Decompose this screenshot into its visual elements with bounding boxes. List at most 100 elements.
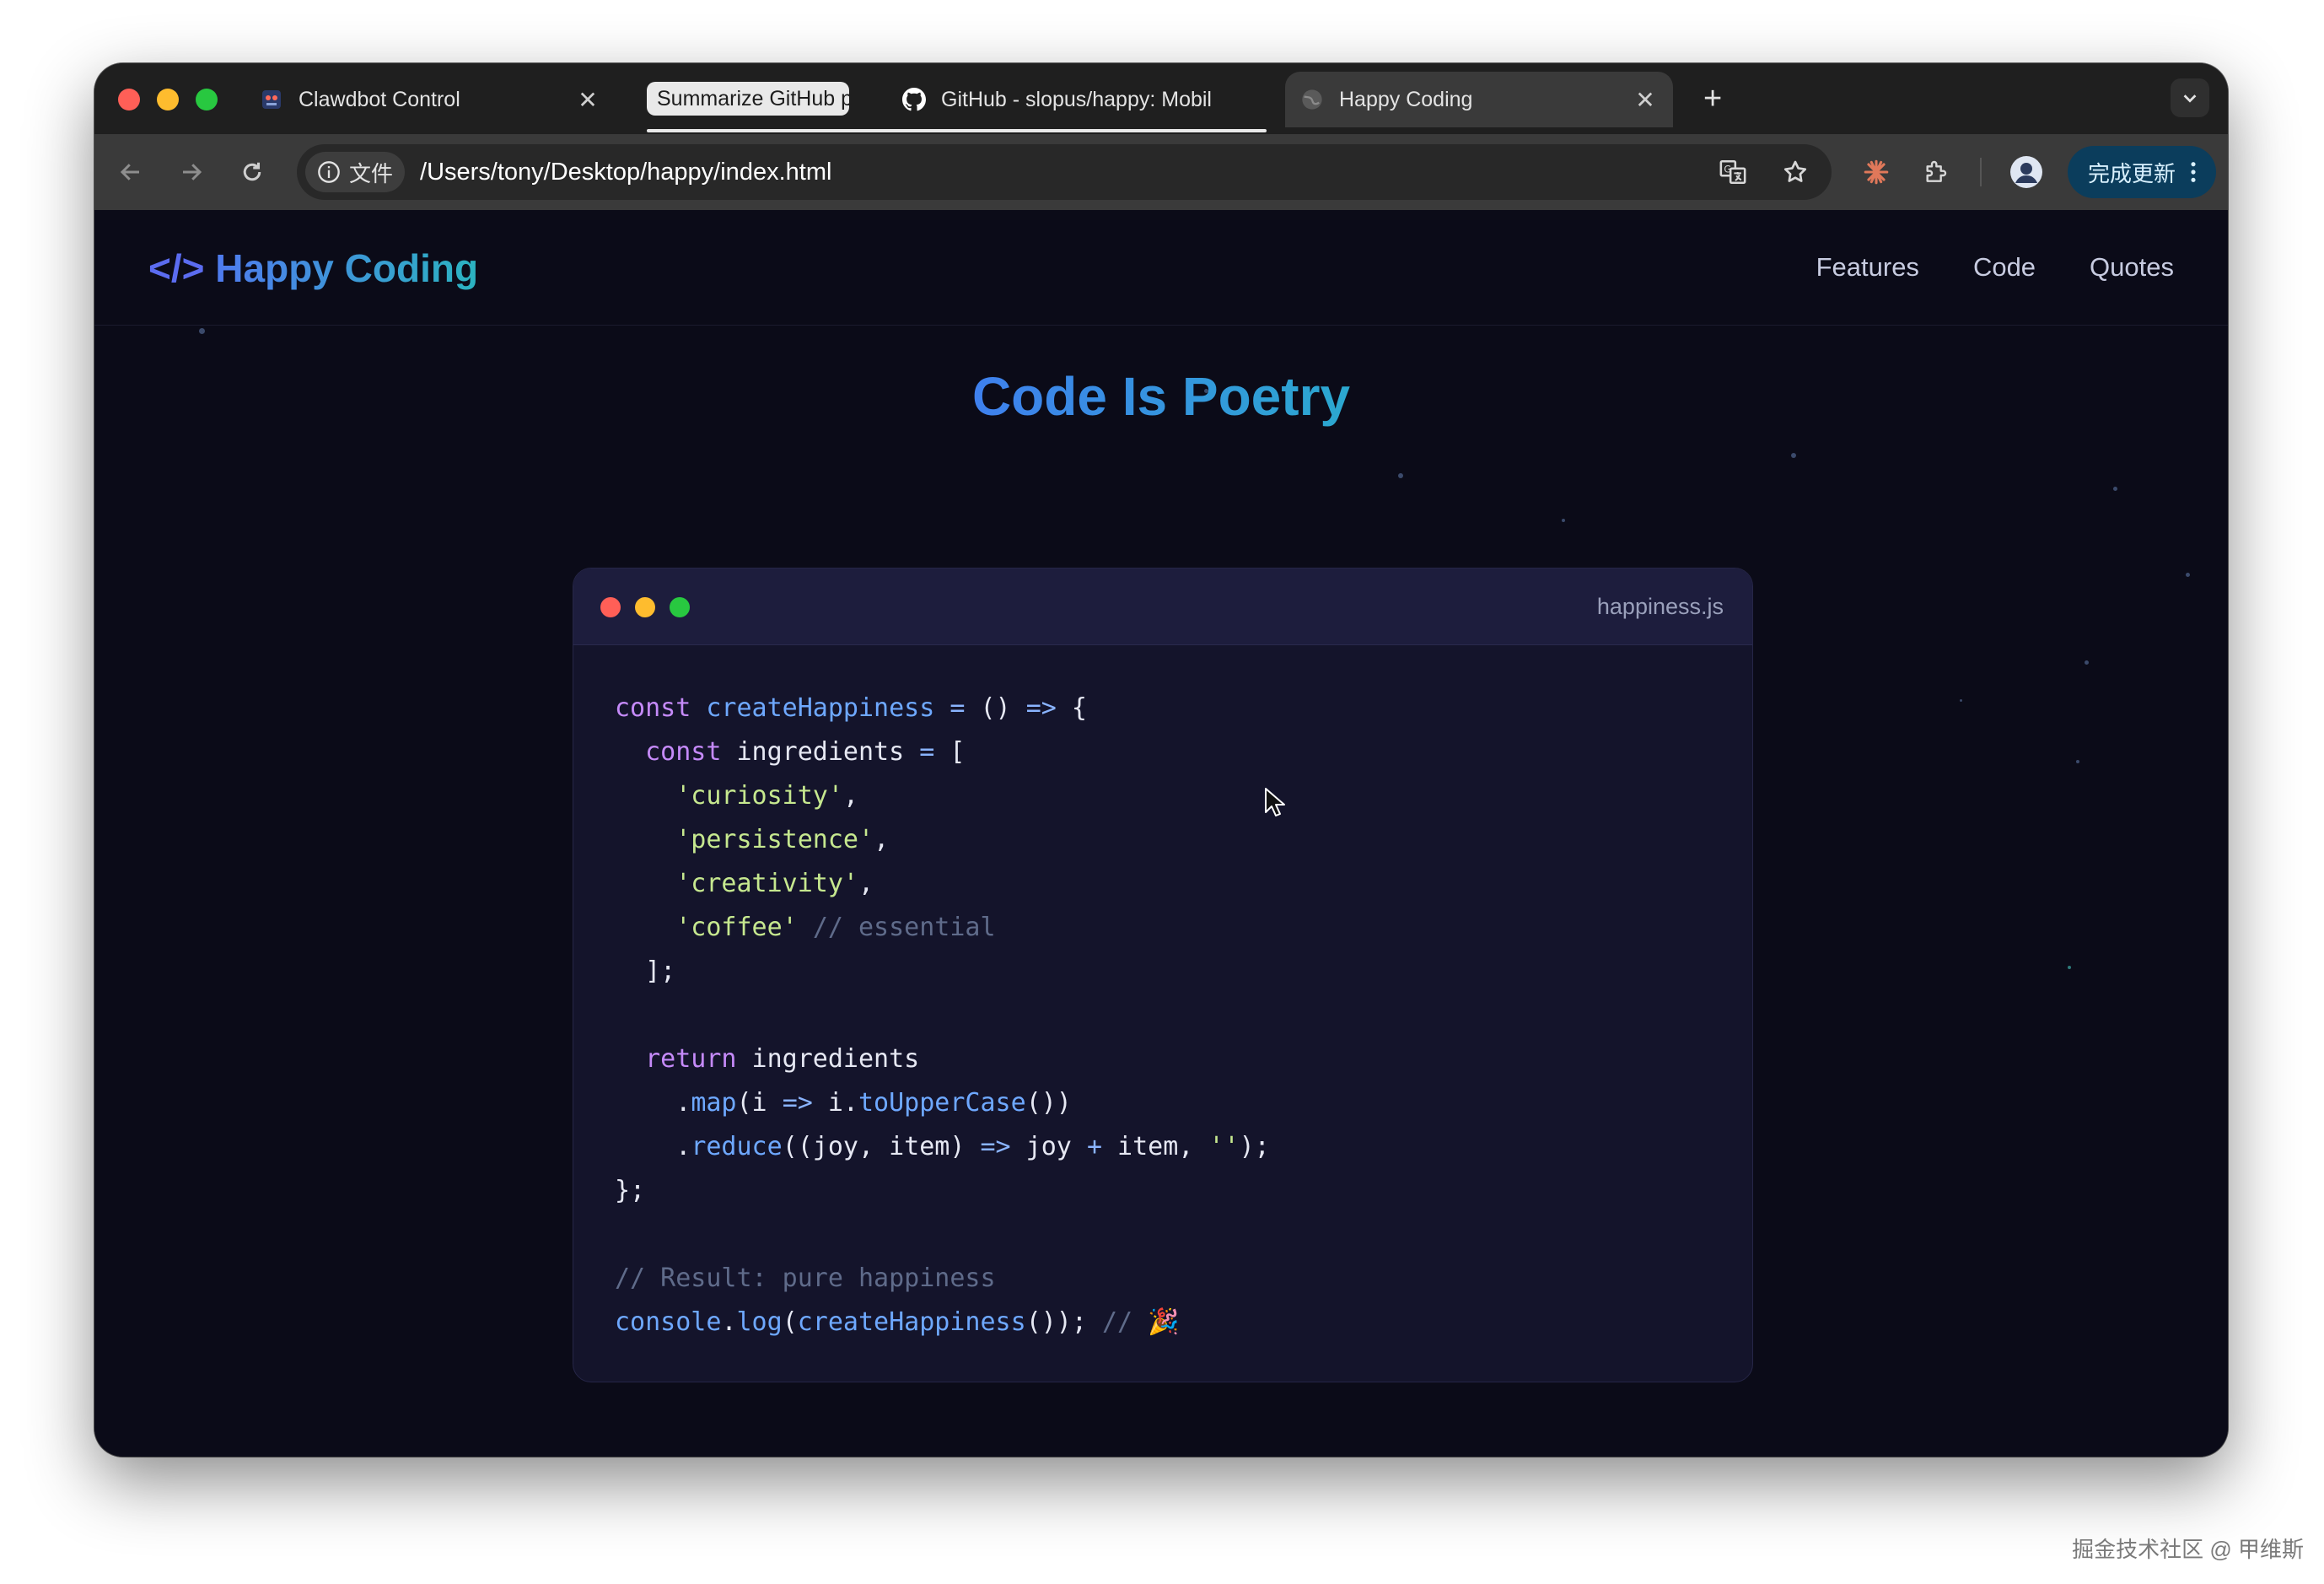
hero-title: Code Is Poetry	[94, 365, 2228, 428]
code-window-dot-yellow	[635, 597, 655, 617]
code-line: 'coffee' // essential	[615, 906, 1270, 950]
claude-extension-icon[interactable]	[1857, 153, 1896, 191]
code-line: };	[615, 1169, 1270, 1213]
code-line: const ingredients = [	[615, 730, 1270, 774]
code-token: ];	[615, 956, 676, 986]
profile-avatar[interactable]	[2007, 153, 2046, 191]
background-star	[1791, 453, 1796, 458]
background-star	[2085, 660, 2089, 665]
extensions-puzzle-icon[interactable]	[1916, 153, 1955, 191]
globe-icon	[1300, 88, 1324, 111]
code-line: // Result: pure happiness	[615, 1257, 1270, 1301]
nav-link-features[interactable]: Features	[1816, 252, 1919, 283]
code-token: map	[691, 1088, 737, 1118]
site-info-chip[interactable]: 文件	[305, 152, 406, 192]
code-token: 'coffee'	[675, 913, 798, 942]
code-token: createHappiness	[706, 693, 935, 723]
code-window-dot-red	[600, 597, 621, 617]
site-header: </> Happy Coding Features Code Quotes	[94, 210, 2228, 326]
window-close-button[interactable]	[118, 89, 140, 110]
site-logo[interactable]: </> Happy Coding	[148, 245, 478, 291]
tab-strip: Clawdbot Control ✕ Summarize GitHub p Gi…	[94, 63, 2228, 134]
chevron-down-icon	[2183, 94, 2197, 103]
code-token: joy	[1010, 1132, 1087, 1161]
info-chip-label: 文件	[349, 160, 394, 186]
code-token: ())	[1025, 1088, 1072, 1118]
url-text[interactable]: /Users/tony/Desktop/happy/index.html	[420, 159, 831, 186]
code-line: 'curiosity',	[615, 774, 1270, 818]
tab-search-button[interactable]	[2171, 78, 2209, 117]
code-token: ingredients	[721, 737, 920, 767]
background-star	[2113, 487, 2117, 491]
tab-group-underline	[647, 129, 1267, 132]
code-token: ,	[842, 781, 858, 811]
nav-link-code[interactable]: Code	[1973, 252, 2036, 283]
code-token: ()	[965, 693, 1026, 723]
close-tab-icon[interactable]: ✕	[1633, 86, 1658, 114]
code-token: ''	[1208, 1132, 1240, 1161]
code-token: 'persistence'	[675, 825, 874, 854]
code-token: toUpperCase	[858, 1088, 1026, 1118]
code-token: 🎉	[1148, 1307, 1180, 1337]
update-button-label: 完成更新	[2087, 160, 2176, 186]
nav-link-quotes[interactable]: Quotes	[2090, 252, 2174, 283]
info-icon	[318, 161, 340, 183]
window-zoom-button[interactable]	[196, 89, 218, 110]
code-line: .map(i => i.toUpperCase())	[615, 1081, 1270, 1125]
code-token: =>	[782, 1088, 813, 1118]
tab-label: Clawdbot Control	[299, 87, 460, 111]
translate-icon[interactable]: G	[1713, 153, 1752, 191]
arrow-left-icon	[120, 164, 139, 180]
code-token: (	[782, 1307, 798, 1337]
reload-button[interactable]	[233, 153, 272, 191]
reload-icon	[243, 162, 261, 181]
window-minimize-button[interactable]	[157, 89, 179, 110]
code-token: =>	[1025, 693, 1057, 723]
code-window: happiness.js const createHappiness = () …	[573, 568, 1753, 1382]
code-window-dot-green	[670, 597, 690, 617]
code-line: ];	[615, 950, 1270, 994]
code-token: .	[721, 1307, 737, 1337]
tab-happy-coding[interactable]: Happy Coding ✕	[1285, 72, 1673, 127]
close-tab-icon[interactable]: ✕	[575, 86, 600, 114]
background-star	[199, 328, 205, 334]
webpage-viewport: </> Happy Coding Features Code Quotes Co…	[94, 210, 2228, 1457]
code-line: console.log(createHappiness()); // 🎉	[615, 1301, 1270, 1344]
background-star	[1960, 699, 1962, 702]
code-filename: happiness.js	[1596, 594, 1724, 619]
clawdbot-favicon-icon	[260, 88, 283, 111]
code-token: );	[1239, 1132, 1270, 1161]
code-token: // essential	[812, 913, 996, 942]
code-block: const createHappiness = () => { const in…	[615, 687, 1270, 1344]
tab-label: GitHub - slopus/happy: Mobil	[941, 87, 1212, 111]
address-bar[interactable]: 文件 /Users/tony/Desktop/happy/index.html …	[297, 144, 1832, 200]
code-token: ((joy, item)	[782, 1132, 981, 1161]
tab-clawdbot-control[interactable]: Clawdbot Control ✕	[245, 72, 616, 127]
forward-button[interactable]	[172, 153, 211, 191]
code-token: // Result: pure happiness	[615, 1263, 996, 1293]
code-line: 'persistence',	[615, 818, 1270, 862]
logo-brackets: </>	[148, 246, 205, 290]
update-button[interactable]: 完成更新	[2067, 146, 2216, 198]
code-token: const	[645, 737, 722, 767]
code-token: ,	[858, 869, 874, 898]
tab-group-chip[interactable]: Summarize GitHub p	[647, 82, 849, 116]
code-token: ,	[874, 825, 890, 854]
code-token: =	[950, 693, 966, 723]
code-token: +	[1086, 1132, 1102, 1161]
code-token: (i	[736, 1088, 783, 1118]
code-token: 'creativity'	[675, 869, 858, 898]
bookmark-star-icon[interactable]	[1776, 153, 1815, 191]
code-token: [	[934, 737, 966, 767]
back-button[interactable]	[111, 153, 150, 191]
background-star	[1398, 473, 1403, 478]
new-tab-button[interactable]: +	[1703, 82, 1722, 116]
code-token: .	[615, 1132, 691, 1161]
arrow-right-icon	[183, 164, 202, 180]
